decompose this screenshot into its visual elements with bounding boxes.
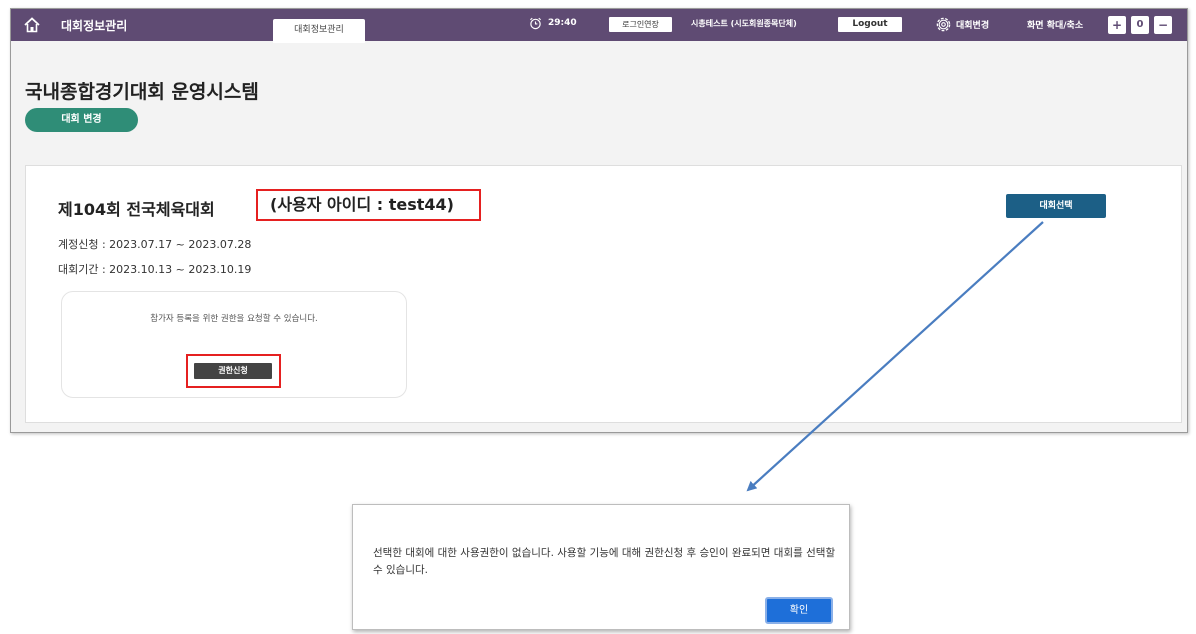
zoom-in-button[interactable]: + bbox=[1108, 16, 1126, 34]
alert-dialog: 선택한 대회에 대한 사용권한이 없습니다. 사용할 기능에 대해 권한신청 후… bbox=[352, 504, 850, 630]
gear-icon[interactable] bbox=[935, 16, 952, 33]
app-title: 대회정보관리 bbox=[61, 19, 128, 33]
user-info: 시총테스트 (시도회원종목단체) bbox=[691, 19, 797, 28]
change-event-link[interactable]: 대회변경 bbox=[956, 18, 989, 31]
session-timer: 29:40 bbox=[548, 18, 577, 28]
select-event-button[interactable]: 대회선택 bbox=[1006, 194, 1106, 218]
user-id-highlight: (사용자 아이디 : test44) bbox=[256, 189, 481, 221]
extend-login-button[interactable]: 로그인연장 bbox=[609, 17, 672, 32]
home-icon[interactable] bbox=[23, 16, 41, 34]
page-title: 국내종합경기대회 운영시스템 bbox=[25, 81, 259, 103]
zoom-out-button[interactable]: − bbox=[1154, 16, 1172, 34]
tab-event-info[interactable]: 대회정보관리 bbox=[273, 19, 365, 43]
app-window: 대회정보관리 대회정보관리 29:40 로그인연장 시총테스트 (시도회원종목단… bbox=[10, 8, 1188, 433]
event-card: 제104회 전국체육대회 (사용자 아이디 : test44) 계정신청 : 2… bbox=[25, 165, 1182, 423]
confirm-button[interactable]: 확인 bbox=[765, 597, 833, 624]
event-period: 대회기간 : 2023.10.13 ~ 2023.10.19 bbox=[58, 263, 252, 276]
zoom-label: 화면 확대/축소 bbox=[1027, 21, 1084, 31]
change-event-button[interactable]: 대회 변경 bbox=[25, 108, 138, 132]
alarm-clock-icon bbox=[530, 17, 541, 30]
zoom-reset-button[interactable]: 0 bbox=[1131, 16, 1149, 34]
request-permission-button[interactable]: 권한신청 bbox=[194, 363, 272, 379]
dialog-message: 선택한 대회에 대한 사용권한이 없습니다. 사용할 기능에 대해 권한신청 후… bbox=[373, 547, 836, 576]
event-title: 제104회 전국체육대회 bbox=[58, 200, 215, 219]
registration-period: 계정신청 : 2023.07.17 ~ 2023.07.28 bbox=[58, 238, 252, 251]
top-navigation-bar: 대회정보관리 대회정보관리 29:40 로그인연장 시총테스트 (시도회원종목단… bbox=[11, 9, 1187, 43]
request-button-highlight: 권한신청 bbox=[186, 354, 281, 388]
permission-request-box: 참가자 등록을 위한 권한을 요청할 수 있습니다. 권한신청 bbox=[61, 291, 407, 398]
logout-button[interactable]: Logout bbox=[838, 17, 902, 32]
request-message: 참가자 등록을 위한 권한을 요청할 수 있습니다. bbox=[150, 314, 318, 324]
